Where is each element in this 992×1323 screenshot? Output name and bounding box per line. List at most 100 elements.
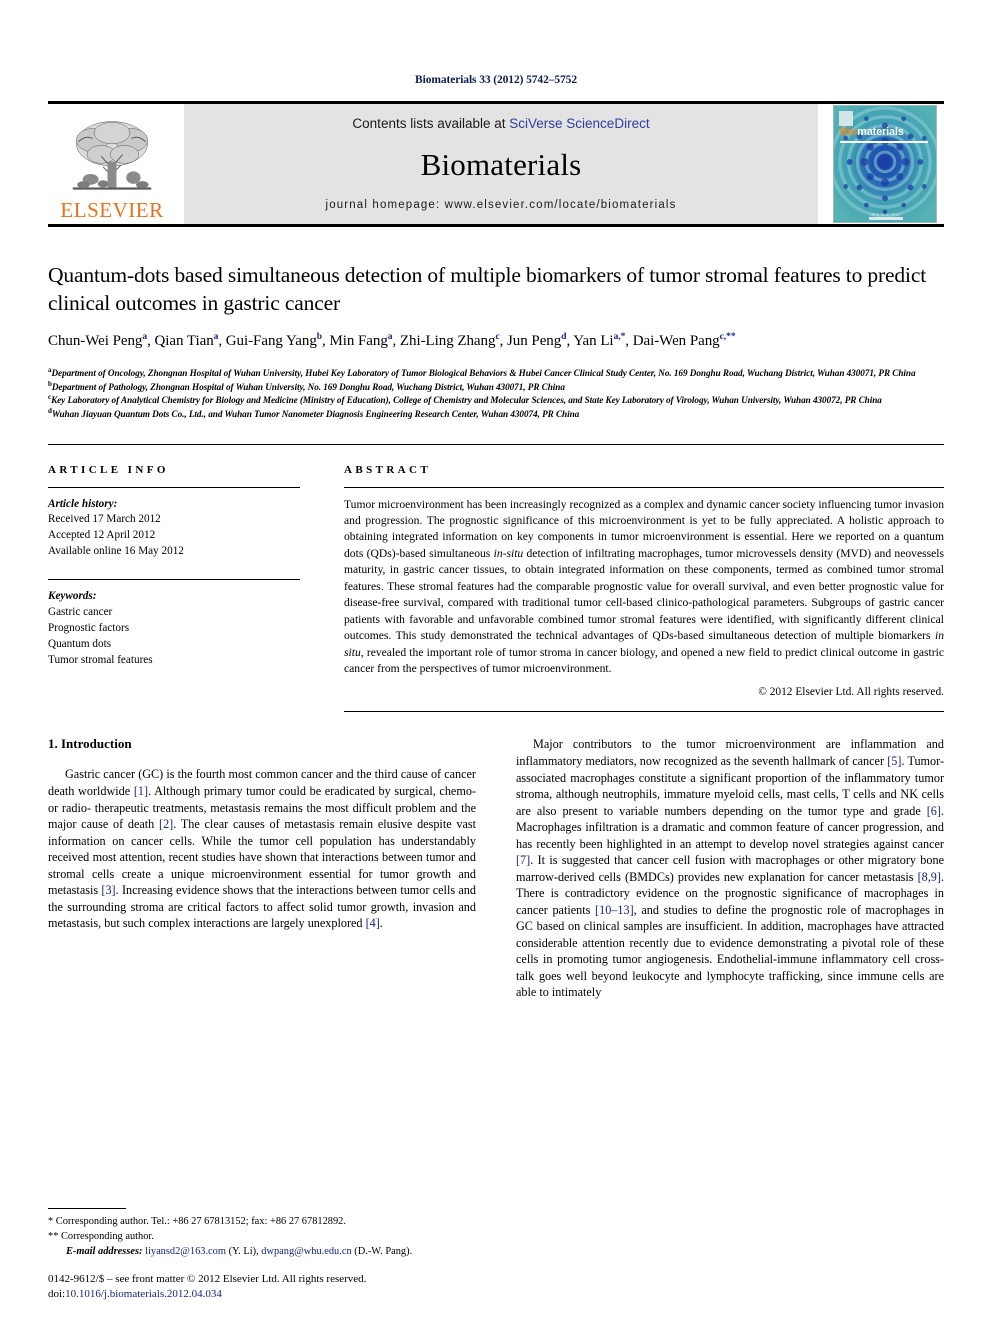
citation-ref-1[interactable]: [1] xyxy=(134,784,148,798)
abstract-copyright: © 2012 Elsevier Ltd. All rights reserved… xyxy=(758,686,944,699)
journal-cover-block: Biomaterials ISSN 0142-9612 xyxy=(826,104,944,224)
author-name: Yan Li xyxy=(573,333,614,350)
journal-title: Biomaterials xyxy=(420,147,582,182)
running-head: Biomaterials 33 (2012) 5742–5752 xyxy=(415,74,577,86)
citation-ref-2[interactable]: [2] xyxy=(159,817,173,831)
journal-article-page: Biomaterials 33 (2012) 5742–5752 ELSEVIE… xyxy=(0,0,992,1323)
citation-ref-8[interactable]: [8,9] xyxy=(918,870,941,884)
email-owner-1: (Y. Li) xyxy=(228,1246,257,1258)
author-item: Jun Pengd, xyxy=(507,332,574,350)
citation-ref-9[interactable]: [10–13] xyxy=(595,903,634,917)
author-name: Gui-Fang Yang xyxy=(225,333,317,350)
body-column-right: Major contributors to the tumor microenv… xyxy=(516,736,944,1001)
citation-ref-6[interactable]: [6] xyxy=(927,804,941,818)
abstract-bottom-rule xyxy=(344,711,944,713)
doi-link[interactable]: 10.1016/j.biomaterials.2012.04.034 xyxy=(65,1288,222,1300)
affiliation-list: aDepartment of Oncology, Zhongnan Hospit… xyxy=(48,367,944,421)
article-history-label: Article history: xyxy=(48,497,118,510)
abstract-heading: ABSTRACT xyxy=(344,463,432,476)
abstract-text: Tumor microenvironment has been increasi… xyxy=(344,497,944,678)
affiliation-text: Key Laboratory of Analytical Chemistry f… xyxy=(51,395,882,406)
article-history: Article history: Received 17 March 2012 … xyxy=(48,497,300,561)
journal-masthead: ELSEVIER Contents lists available at Sci… xyxy=(48,101,944,227)
intro-right-text-6: , and studies to define the prognostic r… xyxy=(516,902,944,1000)
author-name: Chun-Wei Peng xyxy=(48,333,143,350)
page-title: Quantum-dots based simultaneous detectio… xyxy=(48,263,927,316)
keywords-list: Keywords: Gastric cancer Prognostic fact… xyxy=(48,589,300,669)
history-item: Available online 16 May 2012 xyxy=(48,545,184,558)
introduction-paragraph-left: Gastric cancer (GC) is the fourth most c… xyxy=(48,766,476,931)
author-affiliation-mark: a xyxy=(142,332,148,343)
abstract-column: ABSTRACT Tumor microenvironment has been… xyxy=(344,464,944,713)
body-column-left: 1. Introduction Gastric cancer (GC) is t… xyxy=(48,736,476,1001)
cover-elsevier-icon xyxy=(839,111,853,126)
author-affiliation-mark: c xyxy=(495,332,500,343)
author-item: Zhi-Ling Zhangc, xyxy=(399,332,508,350)
author-name: Zhi-Ling Zhang xyxy=(399,333,496,350)
keywords-block: Keywords: Gastric cancer Prognostic fact… xyxy=(48,579,300,669)
email-link-1[interactable]: liyansd2@163.com xyxy=(145,1246,226,1257)
keywords-rule xyxy=(48,579,300,581)
author-affiliation-mark: a xyxy=(387,332,393,343)
author-item: Qian Tiana, xyxy=(154,332,226,350)
author-name: Min Fang xyxy=(329,333,388,350)
doi-line: doi:10.1016/j.biomaterials.2012.04.034 xyxy=(48,1287,366,1303)
introduction-heading: 1. Introduction xyxy=(48,736,132,752)
article-info-column: ARTICLE INFO Article history: Received 1… xyxy=(48,464,300,713)
author-item: Yan Lia,*, xyxy=(573,332,633,350)
intro-right-text-1: Major contributors to the tumor microenv… xyxy=(516,737,944,769)
cover-journal-title: Biomaterials xyxy=(840,126,904,138)
author-item: Dai-Wen Pangc,** xyxy=(632,333,736,350)
title-area: Quantum-dots based simultaneous detectio… xyxy=(48,261,944,422)
journal-cover-thumbnail: Biomaterials ISSN 0142-9612 xyxy=(833,105,937,223)
elsevier-wordmark: ELSEVIER xyxy=(60,198,164,222)
email-owner-2: (D.-W. Pang). xyxy=(354,1246,413,1258)
sciencedirect-link[interactable]: SciVerse ScienceDirect xyxy=(509,116,649,131)
affiliation-item: dWuhan Jiayuan Quantum Dots Co., Ltd., a… xyxy=(48,407,944,422)
info-abstract-section: ARTICLE INFO Article history: Received 1… xyxy=(48,443,944,713)
contents-available-line: Contents lists available at SciVerse Sci… xyxy=(352,116,649,131)
email-link-2[interactable]: dwpang@whu.edu.cn xyxy=(261,1246,351,1257)
introduction-paragraph-right: Major contributors to the tumor microenv… xyxy=(516,736,944,1001)
affiliation-text: Department of Pathology, Zhongnan Hospit… xyxy=(51,381,565,392)
author-item: Chun-Wei Penga, xyxy=(48,332,155,350)
keyword-item: Quantum dots xyxy=(48,637,112,650)
author-affiliation-mark: d xyxy=(561,332,567,343)
citation-ref-7[interactable]: [7] xyxy=(516,853,530,867)
citation-ref-3[interactable]: [3] xyxy=(101,883,115,897)
keywords-label: Keywords: xyxy=(48,590,97,603)
footnote-rule xyxy=(48,1207,126,1209)
footnotes-block: * Corresponding author. Tel.: +86 27 678… xyxy=(48,1207,488,1260)
abstract-part-3: , revealed the important role of tumor s… xyxy=(344,645,944,676)
elsevier-logo-block: ELSEVIER xyxy=(48,104,176,224)
email-label: E-mail addresses: xyxy=(66,1246,143,1258)
intro-left-text-5: . xyxy=(379,916,383,931)
journal-homepage-line[interactable]: journal homepage: www.elsevier.com/locat… xyxy=(325,199,676,211)
article-info-rule xyxy=(48,486,300,488)
author-affiliation-mark: b xyxy=(316,332,323,343)
intro-right-text-4: . It is suggested that cancer cell fusio… xyxy=(516,853,944,884)
citation-ref-5[interactable]: [5] xyxy=(887,754,901,768)
history-item: Accepted 12 April 2012 xyxy=(48,529,156,542)
history-item: Received 17 March 2012 xyxy=(48,513,161,526)
author-item: Min Fanga, xyxy=(329,332,400,350)
masthead-center: Contents lists available at SciVerse Sci… xyxy=(184,104,818,224)
cover-footer-bar xyxy=(869,217,903,220)
affiliation-item: cKey Laboratory of Analytical Chemistry … xyxy=(48,394,944,408)
author-name: Qian Tian xyxy=(154,333,214,350)
abstract-part-2: detection of infiltrating macrophages, t… xyxy=(344,546,944,643)
citation-ref-4[interactable]: [4] xyxy=(366,916,380,930)
cover-title-rule xyxy=(840,141,928,143)
doi-label: doi: xyxy=(48,1288,66,1301)
affiliation-text: Department of Oncology, Zhongnan Hospita… xyxy=(51,368,916,379)
abstract-italic-1: in-situ xyxy=(493,546,524,560)
author-name: Dai-Wen Pang xyxy=(632,333,720,350)
corresponding-author-1: * Corresponding author. Tel.: +86 27 678… xyxy=(48,1215,346,1227)
issn-frontmatter-line: 0142-9612/$ – see front matter © 2012 El… xyxy=(48,1272,367,1285)
body-columns: 1. Introduction Gastric cancer (GC) is t… xyxy=(48,736,944,1001)
author-name: Jun Peng xyxy=(507,333,562,350)
abstract-rule xyxy=(344,486,944,488)
author-list: Chun-Wei Penga, Qian Tiana, Gui-Fang Yan… xyxy=(48,331,944,353)
affiliation-text: Wuhan Jiayuan Quantum Dots Co., Ltd., an… xyxy=(51,408,580,419)
author-affiliation-mark: a xyxy=(213,332,219,343)
